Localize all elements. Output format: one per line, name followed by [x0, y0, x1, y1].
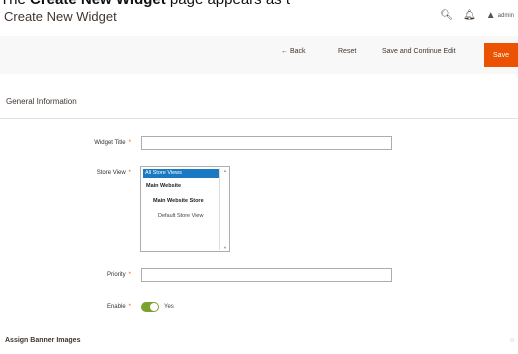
store-view-multiselect[interactable]: All Store Views Main Website Main Websit… [140, 166, 230, 252]
store-option-all[interactable]: All Store Views [143, 169, 220, 178]
scroll-down-arrow-icon[interactable]: ▼ [223, 245, 227, 250]
widget-title-label: Widget Title * [94, 140, 131, 146]
scroll-up-arrow-icon[interactable]: ▲ [223, 168, 227, 173]
store-option-store[interactable]: Main Website Store [153, 198, 204, 204]
header-actions: 🔍︎ 🔔︎ ▲ admin [440, 10, 514, 21]
widget-title-label-text: Widget Title [94, 140, 126, 146]
page-actions-toolbar: ← Back Reset Save and Continue Edit Save [0, 36, 518, 74]
user-icon: ▲ [485, 10, 496, 21]
toggle-knob [150, 303, 158, 311]
save-and-continue-button[interactable]: Save and Continue Edit [382, 48, 456, 55]
section-title-assign-banner-images[interactable]: Assign Banner Images [5, 337, 80, 344]
store-option-website[interactable]: Main Website [146, 183, 181, 189]
store-view-label: Store View * [97, 170, 131, 176]
required-mark: * [128, 140, 131, 146]
back-button[interactable]: ← Back [281, 48, 306, 55]
enable-toggle-value: Yes [164, 304, 174, 310]
store-view-label-text: Store View [96, 170, 126, 176]
reset-button[interactable]: Reset [338, 48, 356, 55]
bell-icon[interactable]: 🔔︎ [463, 10, 476, 21]
priority-input[interactable] [141, 268, 392, 282]
section-divider [0, 118, 518, 119]
page-header: Create New Widget 🔍︎ 🔔︎ ▲ admin [0, 0, 518, 30]
user-menu[interactable]: ▲ admin [486, 10, 514, 21]
priority-label-text: Priority [106, 272, 126, 278]
enable-label-text: Enable [106, 304, 126, 310]
collapse-icon[interactable]: ○ [510, 337, 514, 344]
user-name: admin [497, 12, 514, 19]
store-option-default-view[interactable]: Default Store View [158, 213, 203, 219]
enable-label: Enable * [107, 304, 131, 310]
enable-toggle[interactable] [141, 302, 159, 312]
widget-title-input[interactable] [141, 136, 392, 150]
required-mark: * [128, 170, 131, 176]
multiselect-scrollbar[interactable] [219, 168, 228, 250]
search-icon[interactable]: 🔍︎ [440, 10, 453, 21]
section-title-general: General Information [6, 97, 77, 106]
save-button[interactable]: Save [484, 43, 518, 67]
required-mark: * [128, 272, 131, 278]
required-mark: * [128, 304, 131, 310]
page-title: Create New Widget [4, 9, 117, 24]
priority-label: Priority * [107, 272, 131, 278]
